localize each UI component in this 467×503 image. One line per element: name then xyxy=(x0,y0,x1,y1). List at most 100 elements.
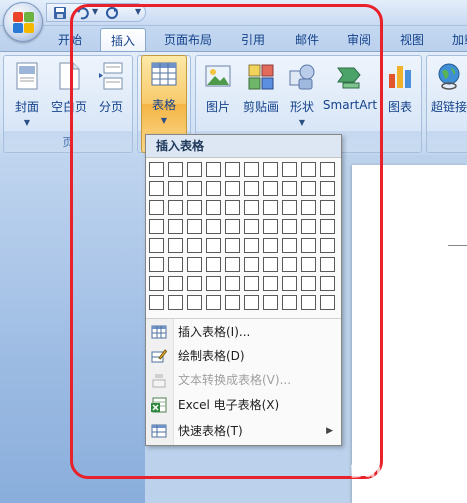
menu-draw-table[interactable]: 绘制表格(D) xyxy=(146,344,341,368)
table-size-grid[interactable] xyxy=(149,162,339,314)
table-grid-cell[interactable] xyxy=(149,162,164,177)
table-grid-cell[interactable] xyxy=(301,181,316,196)
table-grid-cell[interactable] xyxy=(263,238,278,253)
table-grid-cell[interactable] xyxy=(244,162,259,177)
table-grid-cell[interactable] xyxy=(244,276,259,291)
table-grid-cell[interactable] xyxy=(225,276,240,291)
table-grid-cell[interactable] xyxy=(244,200,259,215)
table-grid-cell[interactable] xyxy=(301,295,316,310)
table-grid-cell[interactable] xyxy=(282,295,297,310)
tab-view[interactable]: 视图 xyxy=(392,28,432,52)
table-grid-cell[interactable] xyxy=(225,200,240,215)
table-grid-cell[interactable] xyxy=(320,295,335,310)
table-grid-cell[interactable] xyxy=(149,276,164,291)
table-grid-cell[interactable] xyxy=(263,181,278,196)
table-grid-cell[interactable] xyxy=(301,238,316,253)
table-grid-cell[interactable] xyxy=(244,238,259,253)
table-grid-cell[interactable] xyxy=(301,219,316,234)
tab-review[interactable]: 审阅 xyxy=(338,28,380,52)
table-grid-cell[interactable] xyxy=(149,238,164,253)
table-grid-cell[interactable] xyxy=(225,162,240,177)
table-grid-cell[interactable] xyxy=(244,181,259,196)
table-grid-cell[interactable] xyxy=(263,200,278,215)
table-grid-cell[interactable] xyxy=(282,181,297,196)
table-grid-cell[interactable] xyxy=(320,276,335,291)
table-grid-cell[interactable] xyxy=(244,219,259,234)
table-grid-cell[interactable] xyxy=(320,162,335,177)
table-grid-cell[interactable] xyxy=(320,181,335,196)
undo-dropdown-icon[interactable]: ▼ xyxy=(92,7,98,16)
table-grid-cell[interactable] xyxy=(301,162,316,177)
table-grid-cell[interactable] xyxy=(149,181,164,196)
table-grid-cell[interactable] xyxy=(225,295,240,310)
table-grid-cell[interactable] xyxy=(301,200,316,215)
table-grid-cell[interactable] xyxy=(263,219,278,234)
table-grid-cell[interactable] xyxy=(168,200,183,215)
table-grid-cell[interactable] xyxy=(282,238,297,253)
table-grid-cell[interactable] xyxy=(244,295,259,310)
tab-mailings[interactable]: 邮件 xyxy=(286,28,328,52)
table-grid-cell[interactable] xyxy=(282,162,297,177)
table-grid-cell[interactable] xyxy=(244,257,259,272)
table-grid-cell[interactable] xyxy=(320,200,335,215)
menu-quick-tables[interactable]: 快速表格(T) ▶ xyxy=(146,419,341,443)
table-grid-cell[interactable] xyxy=(282,276,297,291)
table-grid-cell[interactable] xyxy=(187,276,202,291)
table-grid-cell[interactable] xyxy=(187,181,202,196)
clip-art-button[interactable]: 剪贴画 xyxy=(239,58,283,132)
table-grid-cell[interactable] xyxy=(149,200,164,215)
chart-button[interactable]: 图表 xyxy=(380,58,420,132)
table-grid-cell[interactable] xyxy=(149,257,164,272)
menu-insert-table[interactable]: 插入表格(I)... xyxy=(146,320,341,344)
table-grid-cell[interactable] xyxy=(187,257,202,272)
table-grid-cell[interactable] xyxy=(225,219,240,234)
table-grid-cell[interactable] xyxy=(168,257,183,272)
table-grid-cell[interactable] xyxy=(301,276,316,291)
tab-page-layout[interactable]: 页面布局 xyxy=(156,28,220,52)
customize-qat-icon[interactable]: ▼ xyxy=(135,7,141,16)
table-grid-cell[interactable] xyxy=(320,238,335,253)
table-grid-cell[interactable] xyxy=(206,200,221,215)
table-grid-cell[interactable] xyxy=(168,181,183,196)
blank-page-button[interactable]: 空白页 xyxy=(48,58,90,132)
table-grid-cell[interactable] xyxy=(149,219,164,234)
table-grid-cell[interactable] xyxy=(263,257,278,272)
smartart-button[interactable]: SmartArt xyxy=(321,58,379,132)
table-grid-cell[interactable] xyxy=(168,238,183,253)
table-grid-cell[interactable] xyxy=(263,276,278,291)
table-grid-cell[interactable] xyxy=(206,162,221,177)
table-grid-cell[interactable] xyxy=(225,238,240,253)
table-grid-cell[interactable] xyxy=(168,276,183,291)
table-grid-cell[interactable] xyxy=(149,295,164,310)
table-grid-cell[interactable] xyxy=(282,219,297,234)
menu-excel-spreadsheet[interactable]: Excel 电子表格(X) xyxy=(146,393,341,417)
tab-add-ins[interactable]: 加载 xyxy=(444,28,467,52)
table-grid-cell[interactable] xyxy=(187,238,202,253)
table-grid-cell[interactable] xyxy=(263,162,278,177)
table-grid-cell[interactable] xyxy=(206,276,221,291)
page-break-button[interactable]: 分页 xyxy=(90,58,132,132)
table-grid-cell[interactable] xyxy=(225,181,240,196)
table-grid-cell[interactable] xyxy=(301,257,316,272)
table-grid-cell[interactable] xyxy=(168,295,183,310)
table-grid-cell[interactable] xyxy=(168,162,183,177)
shapes-button[interactable]: 形状 ▼ xyxy=(284,58,320,132)
tab-home[interactable]: 开始 xyxy=(48,28,92,52)
table-grid-cell[interactable] xyxy=(187,295,202,310)
table-grid-cell[interactable] xyxy=(187,200,202,215)
table-grid-cell[interactable] xyxy=(187,162,202,177)
table-grid-cell[interactable] xyxy=(206,295,221,310)
table-grid-cell[interactable] xyxy=(282,257,297,272)
hyperlink-button[interactable]: 超链接 xyxy=(427,58,467,132)
table-grid-cell[interactable] xyxy=(263,295,278,310)
table-grid-cell[interactable] xyxy=(187,219,202,234)
table-grid-cell[interactable] xyxy=(206,257,221,272)
table-grid-cell[interactable] xyxy=(206,219,221,234)
table-grid-cell[interactable] xyxy=(320,219,335,234)
tab-insert[interactable]: 插入 xyxy=(100,28,146,52)
undo-icon[interactable] xyxy=(75,6,89,20)
table-grid-cell[interactable] xyxy=(282,200,297,215)
tab-references[interactable]: 引用 xyxy=(232,28,274,52)
table-grid-cell[interactable] xyxy=(206,181,221,196)
table-grid-cell[interactable] xyxy=(320,257,335,272)
